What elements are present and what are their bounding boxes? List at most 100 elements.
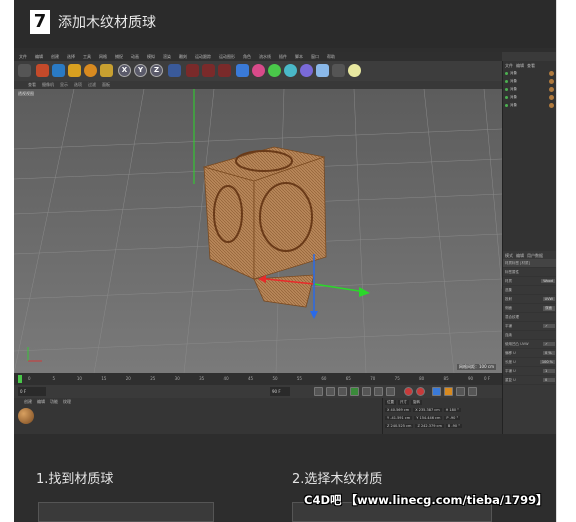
menu-item[interactable]: 编辑 xyxy=(32,52,46,61)
coord-field[interactable]: Z 240.525 cm xyxy=(385,424,414,428)
view-menu-item[interactable]: 面板 xyxy=(100,81,112,89)
coordinate-system-icon[interactable] xyxy=(168,64,181,77)
render-picture-viewer-icon[interactable] xyxy=(202,64,215,77)
menu-item[interactable]: 渲染 xyxy=(160,52,174,61)
menu-item[interactable]: 运动跟踪 xyxy=(192,52,214,61)
coord-field[interactable]: B -90 ° xyxy=(445,424,462,428)
coord-field[interactable]: Y 154.446 cm xyxy=(414,416,443,420)
goto-end-button[interactable] xyxy=(386,387,395,396)
material-menu-item[interactable]: 创建 xyxy=(24,399,32,405)
attribute-value[interactable]: 0 % xyxy=(543,351,555,355)
attribute-tab[interactable]: 模式 xyxy=(505,253,513,258)
attribute-value[interactable]: 0 xyxy=(543,378,555,382)
menu-item[interactable]: 窗口 xyxy=(308,52,322,61)
object-manager-tab[interactable]: 查看 xyxy=(527,63,535,68)
menu-item[interactable]: 插件 xyxy=(276,52,290,61)
visibility-icon[interactable] xyxy=(505,96,508,99)
key-rotate-button[interactable] xyxy=(444,387,453,396)
array-icon[interactable] xyxy=(284,64,297,77)
object-manager-tab[interactable]: 文件 xyxy=(505,63,513,68)
coord-field[interactable]: H 180 ° xyxy=(443,408,461,412)
prev-key-button[interactable] xyxy=(326,387,335,396)
light-icon[interactable] xyxy=(348,64,361,77)
menu-item[interactable]: 工具 xyxy=(80,52,94,61)
camera-icon[interactable] xyxy=(332,64,345,77)
key-param-button[interactable] xyxy=(468,387,477,396)
coord-field[interactable]: Y -41.591 cm xyxy=(385,416,413,420)
undo-icon[interactable] xyxy=(18,64,31,77)
material-tag-icon[interactable] xyxy=(549,103,554,108)
attribute-value[interactable]: 1 xyxy=(543,369,555,373)
object-row[interactable]: 对象 xyxy=(505,78,554,85)
current-frame-field[interactable]: 0 F xyxy=(18,387,46,396)
menu-item[interactable]: 网格 xyxy=(96,52,110,61)
object-row[interactable]: 对象 xyxy=(505,102,554,109)
x-axis-toggle[interactable]: X xyxy=(118,64,131,77)
record-button[interactable] xyxy=(404,387,413,396)
attribute-tab[interactable]: 编辑 xyxy=(516,253,524,258)
visibility-icon[interactable] xyxy=(505,80,508,83)
view-menu-item[interactable]: 摄像机 xyxy=(40,81,56,89)
coord-field[interactable]: X 40.569 cm xyxy=(385,408,412,412)
visibility-icon[interactable] xyxy=(505,88,508,91)
add-icon[interactable] xyxy=(100,64,113,77)
menu-item[interactable]: 创建 xyxy=(48,52,62,61)
select-icon[interactable] xyxy=(36,64,49,77)
menu-item[interactable]: 帮助 xyxy=(324,52,338,61)
visibility-icon[interactable] xyxy=(505,72,508,75)
object-row[interactable]: 对象 xyxy=(505,94,554,101)
goto-start-button[interactable] xyxy=(314,387,323,396)
menu-item[interactable]: 文件 xyxy=(16,52,30,61)
prev-frame-button[interactable] xyxy=(338,387,347,396)
next-key-button[interactable] xyxy=(374,387,383,396)
move-icon[interactable] xyxy=(52,64,65,77)
material-menu-item[interactable]: 功能 xyxy=(50,399,58,405)
view-menu-item[interactable]: 过滤 xyxy=(86,81,98,89)
key-scale-button[interactable] xyxy=(456,387,465,396)
autokey-button[interactable] xyxy=(416,387,425,396)
view-menu-item[interactable]: 选项 xyxy=(72,81,84,89)
coord-field[interactable]: Z 242.379 cm xyxy=(415,424,444,428)
menu-item[interactable]: 模拟 xyxy=(144,52,158,61)
menu-item[interactable]: 雕刻 xyxy=(176,52,190,61)
view-menu-item[interactable]: 显示 xyxy=(58,81,70,89)
material-tag-icon[interactable] xyxy=(549,95,554,100)
wood-material-ball[interactable] xyxy=(18,408,34,424)
attribute-value[interactable]: UVW xyxy=(542,297,555,301)
floor-icon[interactable] xyxy=(316,64,329,77)
menu-item[interactable]: 流水线 xyxy=(256,52,274,61)
visibility-icon[interactable] xyxy=(505,104,508,107)
render-settings-icon[interactable] xyxy=(218,64,231,77)
spline-icon[interactable] xyxy=(252,64,265,77)
deformer-icon[interactable] xyxy=(300,64,313,77)
attribute-tab[interactable]: 用户数据 xyxy=(527,253,543,258)
z-axis-toggle[interactable]: Z xyxy=(150,64,163,77)
y-axis-toggle[interactable]: Y xyxy=(134,64,147,77)
cube-icon[interactable] xyxy=(236,64,249,77)
nurbs-icon[interactable] xyxy=(268,64,281,77)
coord-field[interactable]: P -90 ° xyxy=(444,416,461,420)
scale-icon[interactable] xyxy=(68,64,81,77)
3d-viewport[interactable]: 透视视图 网格间距：100 cm xyxy=(14,89,502,373)
end-frame-field[interactable]: 90 F xyxy=(270,387,290,396)
attribute-value[interactable]: Wood xyxy=(541,279,555,283)
material-tag-icon[interactable] xyxy=(549,87,554,92)
menu-item[interactable]: 捕捉 xyxy=(112,52,126,61)
key-move-button[interactable] xyxy=(432,387,441,396)
object-row[interactable]: 对象 xyxy=(505,86,554,93)
timeline[interactable]: 0 5 10 15 20 25 30 35 40 45 50 55 60 65 70 75 80 85 90 0 F xyxy=(14,373,502,385)
play-button[interactable] xyxy=(350,387,359,396)
object-manager-tab[interactable]: 编辑 xyxy=(516,63,524,68)
render-view-icon[interactable] xyxy=(186,64,199,77)
attribute-value[interactable]: 双面 xyxy=(543,305,555,311)
menu-item[interactable]: 角色 xyxy=(240,52,254,61)
material-tag-icon[interactable] xyxy=(549,79,554,84)
rotate-icon[interactable] xyxy=(84,64,97,77)
playhead[interactable] xyxy=(18,375,22,383)
menu-item[interactable]: 动画 xyxy=(128,52,142,61)
attribute-value[interactable]: 100 % xyxy=(539,360,555,364)
menu-item[interactable]: 运动图形 xyxy=(216,52,238,61)
attribute-value[interactable]: ✓ xyxy=(543,342,555,346)
attribute-value[interactable]: ✓ xyxy=(543,324,555,328)
material-tag-icon[interactable] xyxy=(549,71,554,76)
